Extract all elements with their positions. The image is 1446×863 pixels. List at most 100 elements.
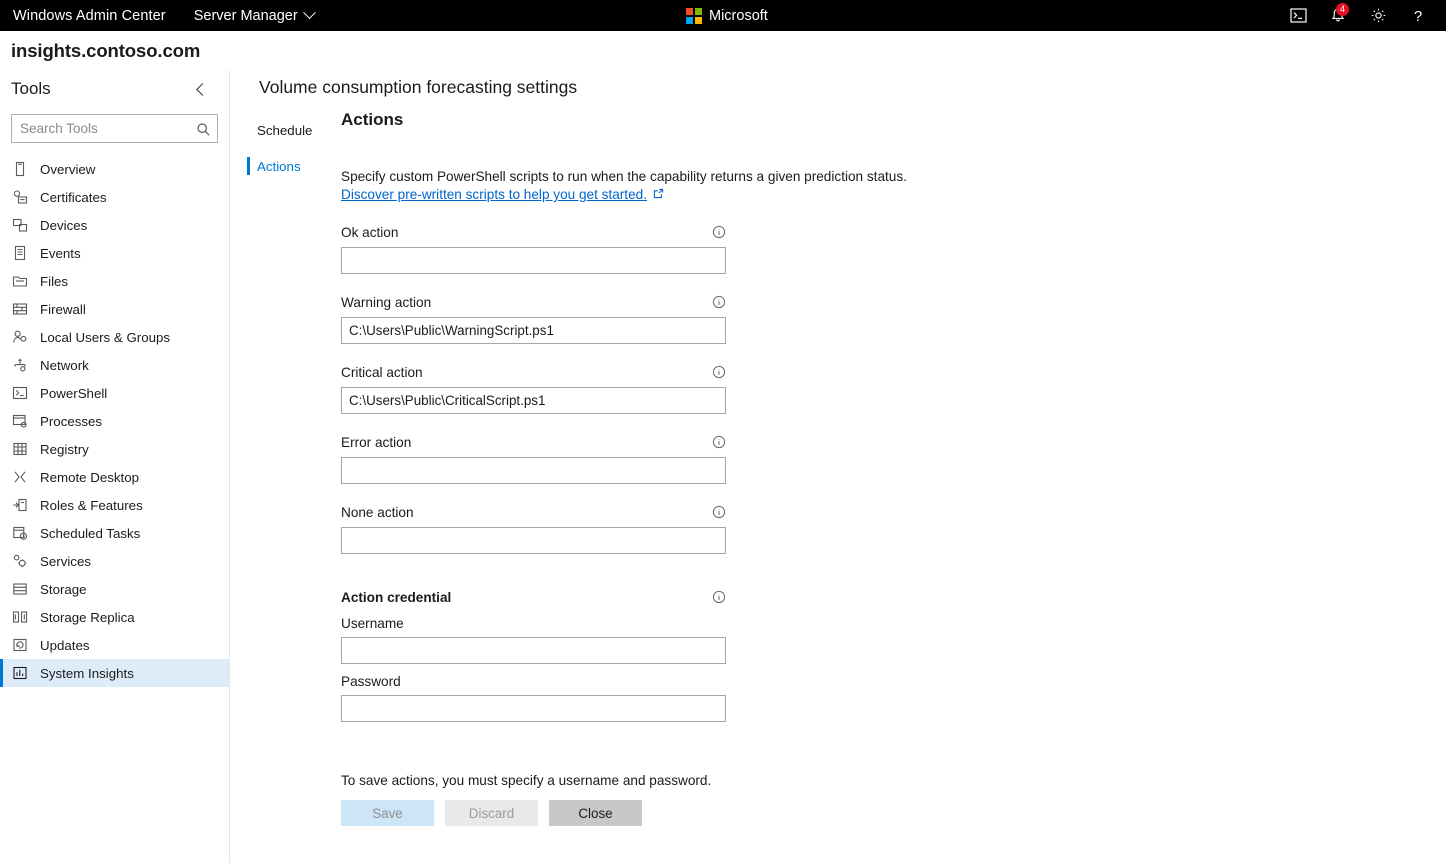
critical-action-label: Critical action [341,364,423,380]
save-requirement-note: To save actions, you must specify a user… [341,773,712,788]
storage-replica-icon [12,609,28,625]
search-icon[interactable] [193,119,213,139]
sidebar-item-system-insights[interactable]: System Insights [0,659,229,687]
ok-action-input[interactable] [341,247,726,274]
error-action-field: Error action [341,433,726,484]
storage-disk-icon [12,581,28,597]
sidebar-item-label: Registry [40,441,89,457]
sidebar-item-label: Remote Desktop [40,469,140,485]
sidebar-item-label: Files [40,273,69,289]
close-button[interactable]: Close [549,800,642,826]
sidebar-item-label: PowerShell [40,385,108,401]
username-input[interactable] [341,637,726,664]
actions-panel: Actions Specify custom PowerShell script… [341,110,1041,722]
files-folder-icon [12,273,28,289]
info-icon[interactable] [712,295,726,309]
page-title: Volume consumption forecasting settings [259,77,578,97]
sidebar-item-label: Events [40,245,81,261]
sidebar-item-powershell[interactable]: PowerShell [0,379,229,407]
error-action-input[interactable] [341,457,726,484]
sidebar-item-scheduled-tasks[interactable]: Scheduled Tasks [0,519,229,547]
sidebar-item-storage[interactable]: Storage [0,575,229,603]
info-icon[interactable] [712,365,726,379]
powershell-console-icon [12,385,28,401]
sidebar-item-services[interactable]: Services [0,547,229,575]
warning-action-label: Warning action [341,294,432,310]
tab-actions[interactable]: Actions [241,151,331,181]
settings-gear-icon[interactable] [1358,0,1398,31]
sidebar-item-files[interactable]: Files [0,267,229,295]
server-manager-menu[interactable]: Server Manager [193,6,316,24]
registry-grid-icon [12,441,28,457]
chevron-down-icon [302,6,316,20]
sidebar-item-label: Services [40,553,91,569]
critical-action-field: Critical action [341,363,726,414]
server-manager-label: Server Manager [193,7,298,24]
prewritten-scripts-link-text: Discover pre-written scripts to help you… [341,187,647,202]
prewritten-scripts-link[interactable]: Discover pre-written scripts to help you… [341,187,664,202]
action-fields-container: Ok action Warning action Critical action Er… [341,223,1041,554]
tools-list: Overview Certificates Devices Events Files Fi… [0,155,229,687]
sidebar-item-label: System Insights [40,665,134,681]
password-input[interactable] [341,695,726,722]
topbar-left-group: Windows Admin Center Server Manager [0,6,316,24]
warning-action-field: Warning action [341,293,726,344]
microsoft-logo: Microsoft [686,0,768,31]
none-action-field: None action [341,503,726,554]
devices-icon [12,217,28,233]
notifications-bell-icon[interactable]: 4 [1318,0,1358,31]
password-label: Password [341,673,401,689]
ok-action-label: Ok action [341,224,399,240]
warning-action-input[interactable] [341,317,726,344]
sidebar-item-devices[interactable]: Devices [0,211,229,239]
tab-schedule[interactable]: Schedule [241,115,331,145]
none-action-input[interactable] [341,527,726,554]
tools-header: Tools [0,70,229,102]
password-field: Password [341,672,726,722]
sidebar-item-label: Updates [40,637,90,653]
settings-tab-list: Schedule Actions [241,115,331,187]
tools-search [11,114,218,143]
error-action-label: Error action [341,434,412,450]
info-icon[interactable] [712,435,726,449]
info-icon[interactable] [712,590,726,604]
app-title: Windows Admin Center [13,7,166,24]
updates-refresh-icon [12,637,28,653]
critical-action-input[interactable] [341,387,726,414]
sidebar-item-updates[interactable]: Updates [0,631,229,659]
help-question-icon[interactable]: ? [1398,0,1438,31]
microsoft-squares-icon [686,7,702,24]
search-input[interactable] [11,114,218,143]
action-credential-header: Action credential [341,588,726,606]
sidebar-item-label: Processes [40,413,103,429]
sidebar-item-roles-features[interactable]: Roles & Features [0,491,229,519]
services-gear-icon [12,553,28,569]
username-field: Username [341,614,726,664]
footer-button-row: Save Discard Close [341,800,711,826]
sidebar-item-network[interactable]: Network [0,351,229,379]
top-navigation-bar: Windows Admin Center Server Manager Micr… [0,0,1446,31]
topbar-right-group: 4 ? [1278,0,1446,31]
sidebar-item-label: Roles & Features [40,497,143,513]
sidebar-item-certificates[interactable]: Certificates [0,183,229,211]
sidebar-item-label: Local Users & Groups [40,329,171,345]
sidebar-item-overview[interactable]: Overview [0,155,229,183]
sidebar-item-label: Certificates [40,189,107,205]
sidebar-item-remote-desktop[interactable]: Remote Desktop [0,463,229,491]
save-button-label: Save [372,805,403,821]
sidebar-item-events[interactable]: Events [0,239,229,267]
sidebar-item-local-users-groups[interactable]: Local Users & Groups [0,323,229,351]
powershell-console-icon[interactable] [1278,0,1318,31]
sidebar-item-firewall[interactable]: Firewall [0,295,229,323]
info-icon[interactable] [712,225,726,239]
sidebar-item-label: Devices [40,217,88,233]
action-credential-heading: Action credential [341,589,452,605]
sidebar-item-processes[interactable]: Processes [0,407,229,435]
username-label: Username [341,615,404,631]
sidebar-collapse-button[interactable] [189,76,215,102]
sidebar-item-registry[interactable]: Registry [0,435,229,463]
info-icon[interactable] [712,505,726,519]
external-link-icon [653,187,664,202]
sidebar-item-label: Storage Replica [40,609,135,625]
sidebar-item-storage-replica[interactable]: Storage Replica [0,603,229,631]
